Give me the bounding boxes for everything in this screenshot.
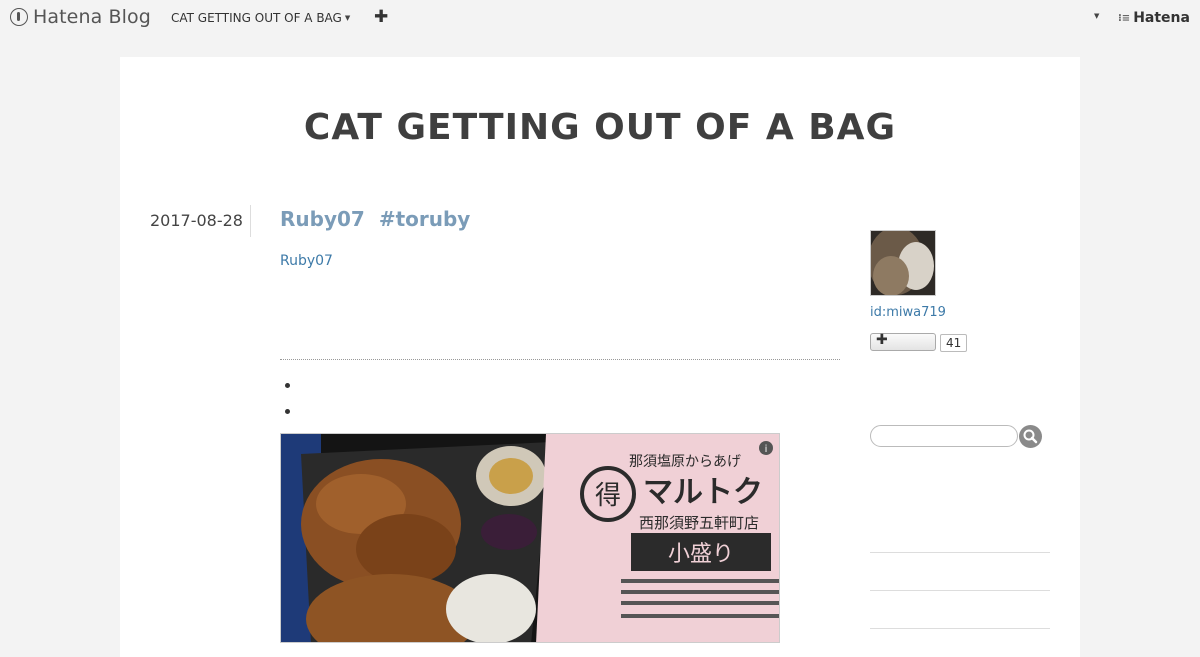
entry-date-column: 2017-08-28 [150,205,251,237]
avatar-image [871,231,935,295]
photo-branch: 西那須野五軒町店 [639,514,759,532]
hatena-logo-icon [10,8,28,26]
sidebar-divider [870,590,1050,591]
entry-photo[interactable]: 得 那須塩原からあげ マルトク 西那須野五軒町店 小盛り i [280,433,780,643]
sidebar-divider [870,628,1050,629]
photo-shop-sub: 那須塩原からあげ [629,454,741,470]
entry-bullet-list [280,373,302,425]
global-header: Hatena Blog CAT GETTING OUT OF A BAG ▼ ✚… [0,0,1200,38]
svg-text:i: i [765,444,768,455]
blog-selector-dropdown[interactable]: CAT GETTING OUT OF A BAG ▼ [171,11,350,25]
hatena-mark-icon: ⁝≡ [1118,12,1131,24]
entry-tag-link[interactable]: #toruby [379,207,471,231]
entry-title-link[interactable]: Ruby07 [280,207,365,231]
entry-title: Ruby07 #toruby [280,207,840,231]
logo-text: Hatena Blog [33,6,151,28]
blog-main-card: CAT GETTING OUT OF A BAG 2017-08-28 Ruby… [120,57,1080,657]
search-icon [1023,429,1038,444]
hatena-brand-text: Hatena [1133,10,1190,26]
avatar[interactable] [870,230,936,296]
blog-title[interactable]: CAT GETTING OUT OF A BAG [120,107,1080,148]
entry-divider [280,359,840,360]
search-button[interactable] [1019,425,1042,448]
blog-selector-label: CAT GETTING OUT OF A BAG [171,11,342,25]
photo-shop-name: マルトク [643,475,763,510]
user-id-link[interactable]: id:miwa719 [870,305,946,320]
search-input[interactable] [870,425,1018,447]
follower-count: 41 [940,334,968,352]
hatena-brand-link[interactable]: ⁝≡ Hatena [1118,10,1190,26]
bento-photo-illustration: 得 那須塩原からあげ マルトク 西那須野五軒町店 小盛り i [281,434,779,642]
plus-icon: ✚ [876,332,888,348]
user-menu-chevron-down-icon[interactable]: ▼ [1094,12,1099,20]
chevron-down-icon: ▼ [344,14,351,22]
photo-size-label: 小盛り [668,542,734,567]
entry-category-link[interactable]: Ruby07 [280,253,333,269]
sidebar-divider [870,552,1050,553]
hatena-blog-logo[interactable]: Hatena Blog [10,6,151,28]
follow-button[interactable]: ✚ [870,332,936,351]
entry-date[interactable]: 2017-08-28 [150,211,250,230]
plus-icon[interactable]: ✚ [374,7,388,27]
kanji-badge: 得 [595,481,621,511]
entry: Ruby07 #toruby Ruby07 得 那須塩原からあげ マルトク 西那… [280,207,840,643]
